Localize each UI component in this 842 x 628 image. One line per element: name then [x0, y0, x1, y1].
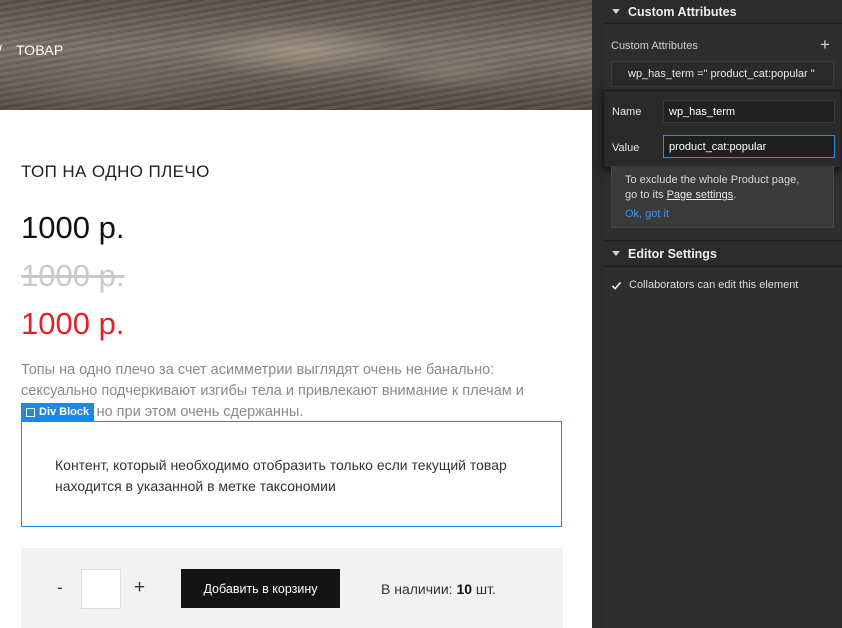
- stock-count: 10: [456, 581, 473, 597]
- caret-down-icon: [612, 251, 620, 256]
- add-attribute-plus-icon[interactable]: +: [820, 35, 830, 55]
- quantity-input[interactable]: [81, 569, 121, 609]
- hero-banner-image: / ТОВАР: [0, 0, 592, 110]
- attribute-name-input[interactable]: wp_has_term: [663, 100, 835, 123]
- custom-attribute-row[interactable]: wp_has_term =" product_cat:popular ": [611, 61, 834, 87]
- exclude-page-info-box: To exclude the whole Product page, go to…: [611, 166, 834, 228]
- div-block-text: Контент, который необходимо отобразить т…: [55, 457, 507, 494]
- product-description: Топы на одно плечо за счет асимметрии вы…: [21, 362, 524, 420]
- page-settings-link[interactable]: Page settings: [667, 189, 734, 201]
- quantity-increment-button[interactable]: +: [134, 577, 145, 599]
- price-main: 1000 р.: [21, 210, 125, 245]
- collaborators-edit-label: Collaborators can edit this element: [629, 279, 799, 291]
- product-title: ТОП НА ОДНО ПЛЕЧО: [21, 162, 210, 181]
- hero-nav-link-product[interactable]: ТОВАР: [16, 42, 63, 58]
- editor-settings-section-title: Editor Settings: [628, 246, 717, 261]
- add-to-cart-bar: - + Добавить в корзину В наличии: 10 шт.: [21, 548, 563, 628]
- hero-nav-separator: /: [0, 42, 2, 58]
- quantity-decrement-button[interactable]: -: [57, 578, 63, 598]
- stock-label: В наличии:: [381, 581, 453, 597]
- price-sale: 1000 р.: [21, 306, 125, 341]
- div-block-tag-label: Div Block: [39, 406, 90, 418]
- info-text-suffix: .: [733, 189, 737, 201]
- attribute-name-label: Name: [612, 106, 642, 118]
- editor-settings-section-header[interactable]: Editor Settings: [603, 240, 842, 267]
- caret-down-icon: [612, 9, 620, 14]
- designer-canvas: / ТОВАР ТОП НА ОДНО ПЛЕЧО 1000 р. 1000 р…: [0, 0, 592, 628]
- attribute-value-label: Value: [612, 142, 640, 154]
- add-to-cart-button[interactable]: Добавить в корзину: [181, 569, 340, 608]
- collaborators-edit-checkbox-row[interactable]: Collaborators can edit this element: [611, 279, 798, 291]
- custom-attributes-section-header[interactable]: Custom Attributes: [603, 0, 842, 24]
- info-text-prefix: go to its: [625, 189, 667, 201]
- checkmark-icon[interactable]: [611, 280, 622, 291]
- div-block-icon: [26, 407, 35, 417]
- canvas-scrollbar[interactable]: [592, 0, 603, 628]
- div-block-selection-tag[interactable]: Div Block: [21, 403, 95, 421]
- info-text-line1: To exclude the whole Product page,: [625, 174, 800, 186]
- stock-unit: шт.: [475, 581, 496, 597]
- custom-attributes-label: Custom Attributes: [611, 40, 698, 52]
- ok-got-it-link[interactable]: Ok, got it: [625, 207, 833, 222]
- settings-panel: Custom Attributes Custom Attributes + wp…: [603, 0, 842, 628]
- attribute-value-input[interactable]: product_cat:popular: [663, 135, 835, 158]
- div-block-selected[interactable]: Контент, который необходимо отобразить т…: [21, 421, 562, 527]
- stock-status: В наличии: 10 шт.: [381, 581, 496, 597]
- attribute-edit-popup: Name wp_has_term Value product_cat:popul…: [603, 90, 842, 168]
- price-old-strikethrough: 1000 р.: [21, 258, 125, 293]
- custom-attributes-section-title: Custom Attributes: [628, 4, 737, 19]
